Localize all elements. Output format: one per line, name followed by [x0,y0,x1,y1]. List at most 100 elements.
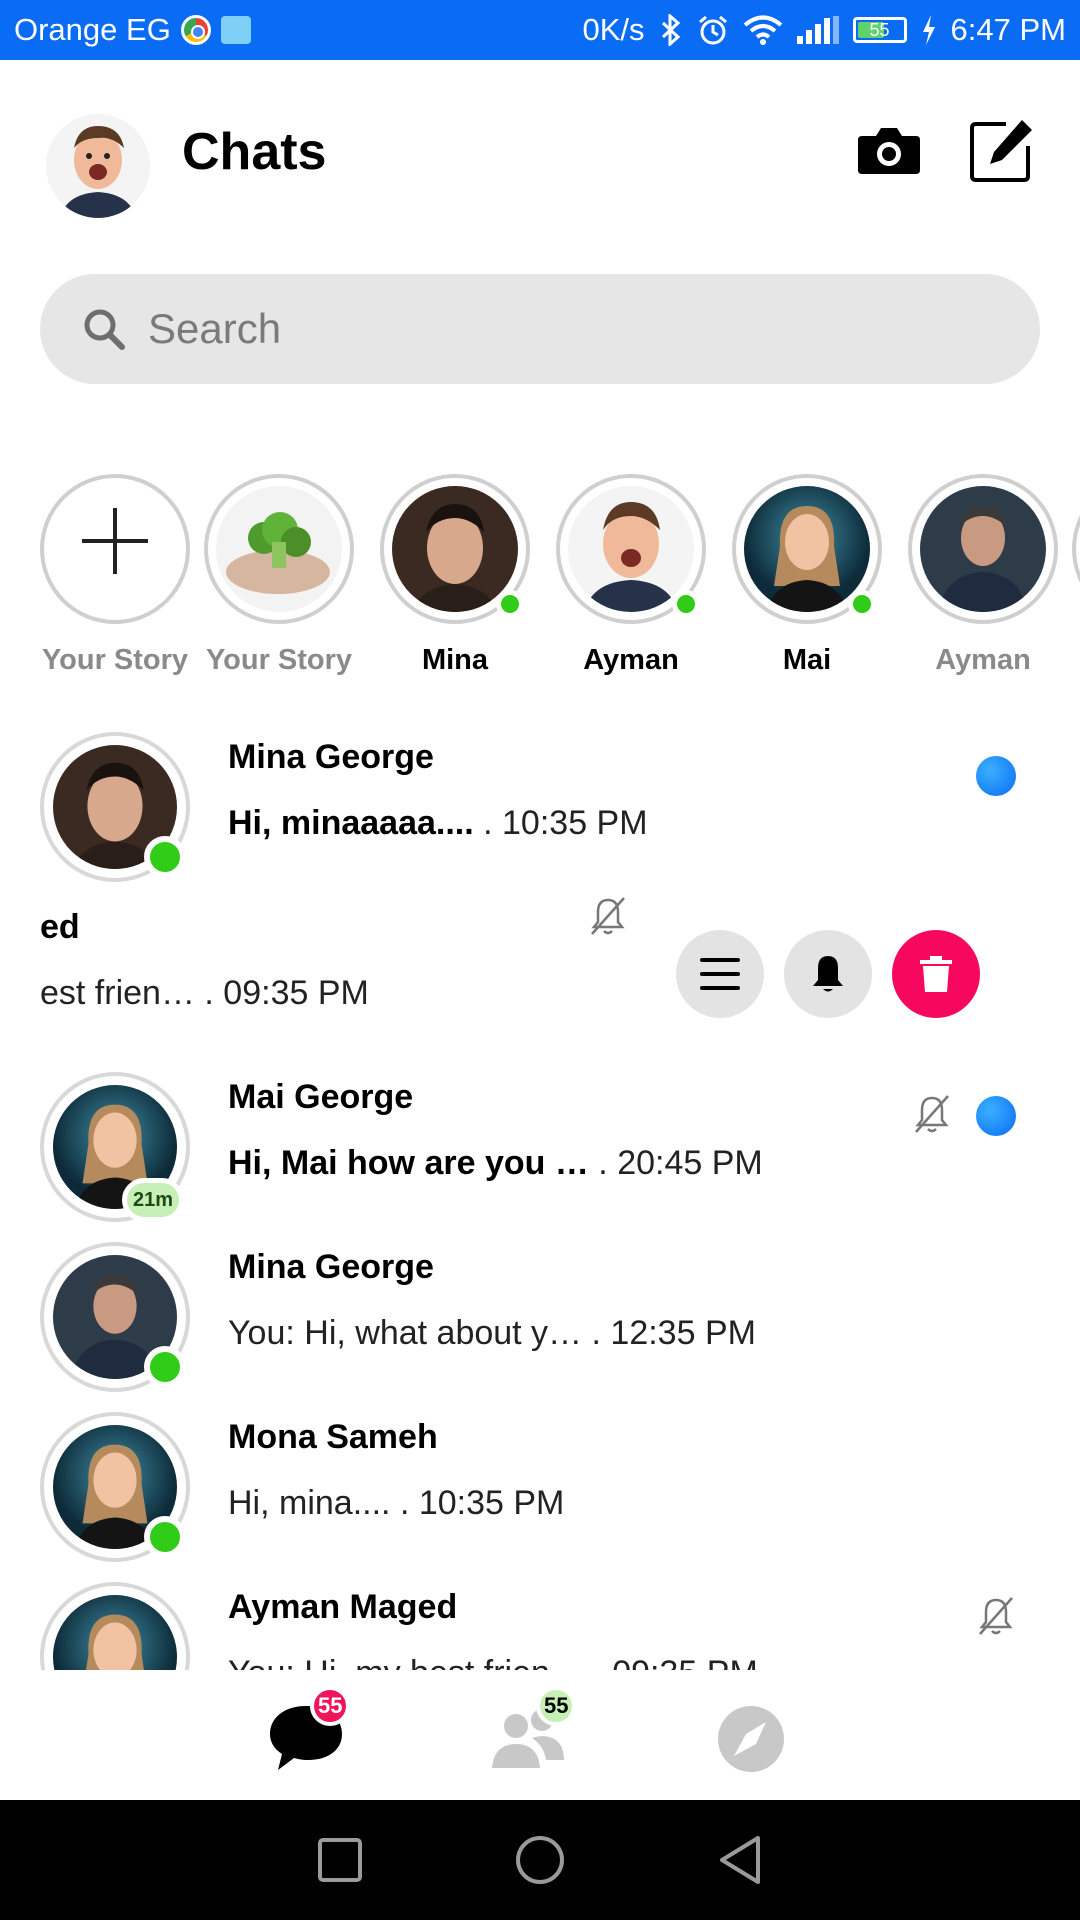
network-speed: 0K/s [582,12,645,47]
muted-bell-icon [979,1597,1013,1635]
carrier-group: Orange EG [14,12,251,48]
story-ring [908,474,1058,624]
swiped-chat-row[interactable]: ed est frien… . 09:35 PM [0,880,1080,1050]
unread-indicator [976,756,1016,796]
battery-icon: 55 [852,17,907,43]
triangle-back-icon [720,1836,760,1884]
chat-time: . 10:35 PM [399,1484,565,1522]
chat-avatar [40,1582,190,1670]
android-notification-icon [220,16,251,44]
bluetooth-icon [661,14,680,46]
story-item[interactable]: Ayman [908,474,1058,676]
compose-icon [970,120,1032,182]
nav-discover-tab[interactable] [702,1690,802,1780]
chat-time: . 09:35 PM [204,974,369,1012]
bottom-navigation: 55 55 [0,1670,1080,1800]
story-ring [40,474,190,624]
circle-icon [516,1836,564,1884]
app-header: Chats [0,60,1080,240]
chat-preview: Hi, minaaaaa.... . 10:35 PM [228,804,648,843]
chat-time: . 09:35 PM [593,1654,757,1670]
story-item[interactable] [1072,474,1080,674]
search-bar[interactable] [40,274,1040,384]
muted-bell-icon [915,1095,949,1133]
charging-icon [922,15,935,45]
story-item[interactable]: Mina [380,474,530,676]
chat-time: . 20:45 PM [598,1144,763,1182]
preview-text: est frien… [40,974,195,1012]
system-navigation-bar [0,1800,1080,1920]
menu-icon [700,958,740,990]
profile-avatar[interactable] [46,114,150,218]
avatar-photo [53,1595,177,1670]
nav-chats-tab[interactable]: 55 [252,1686,352,1780]
home-button[interactable] [510,1830,570,1890]
profile-photo [46,114,150,218]
preview-text: Hi, Mai how are you … [228,1144,589,1182]
online-indicator [848,590,876,618]
story-photo [744,486,870,612]
page-title: Chats [182,123,327,181]
wifi-icon [743,15,782,45]
search-input[interactable] [148,305,948,353]
chat-name: Ayman Maged [228,1588,458,1626]
story-photo [392,486,518,612]
preview-text: You: Hi, what about y… [228,1314,583,1352]
plus-icon [82,508,148,574]
muted-bell-icon [591,897,625,935]
trash-icon [920,956,952,992]
carrier-name: Orange EG [14,12,171,47]
chat-name: ed [40,908,80,946]
alarm-icon [698,15,727,45]
recents-button[interactable] [310,1830,370,1890]
chat-preview: You: Hi, my best frien… . 09:35 PM [228,1654,758,1670]
chat-name: Mai George [228,1078,414,1116]
chat-row[interactable]: 21m Mai George Hi, Mai how are you … . 2… [0,1058,1080,1228]
chat-list-clip: Ayman Maged You: Hi, my best frien… . 09… [0,1568,1080,1670]
delete-button[interactable] [892,930,980,1018]
mute-button[interactable] [784,930,872,1018]
chat-time: . 12:35 PM [591,1314,756,1352]
chat-preview: You: Hi, what about y… . 12:35 PM [228,1314,756,1353]
people-badge: 55 [536,1686,577,1726]
more-options-button[interactable] [676,930,764,1018]
online-indicator [672,590,700,618]
camera-icon [858,128,920,174]
chat-row[interactable]: Mina George You: Hi, what about y… . 12:… [0,1228,1080,1398]
unread-indicator [976,1096,1016,1136]
story-label: Ayman [583,644,679,676]
camera-button[interactable] [854,116,924,186]
online-indicator [144,836,186,878]
online-indicator [144,1516,186,1558]
new-message-button[interactable] [966,116,1036,186]
compass-icon [718,1706,784,1772]
stories-row: Your Story Your Story Mina Ayman Mai Aym… [0,474,1080,684]
chat-row[interactable]: Mina George Hi, minaaaaa.... . 10:35 PM [0,718,1080,888]
story-label: Ayman [935,644,1031,676]
story-photo [920,486,1046,612]
preview-text: Hi, minaaaaa.... [228,804,474,842]
story-label: Your Story [205,644,353,676]
chrome-notification-icon [180,15,211,45]
nav-people-tab[interactable]: 55 [478,1686,578,1780]
chat-name: Mina George [228,1248,434,1286]
story-ring [1072,474,1080,624]
back-button[interactable] [712,1830,772,1890]
chat-row[interactable]: Ayman Maged You: Hi, my best frien… . 09… [0,1568,1080,1670]
preview-text: You: Hi, my best frien… [228,1654,584,1670]
clock: 6:47 PM [950,12,1066,47]
signal-icon [796,16,839,44]
chat-row[interactable]: Mona Sameh Hi, mina.... . 10:35 PM [0,1398,1080,1568]
square-icon [318,1838,362,1882]
search-icon [84,309,125,350]
preview-text: Hi, mina.... [228,1484,391,1522]
story-add[interactable]: Your Story [40,474,190,676]
story-label: Mai [782,644,832,676]
story-photo [216,486,342,612]
chat-preview: est frien… . 09:35 PM [40,974,369,1013]
story-item[interactable]: Your Story [204,474,354,676]
story-label: Mina [421,644,489,676]
story-item[interactable]: Mai [732,474,882,676]
chat-name: Mina George [228,738,434,776]
story-item[interactable]: Ayman [556,474,706,676]
